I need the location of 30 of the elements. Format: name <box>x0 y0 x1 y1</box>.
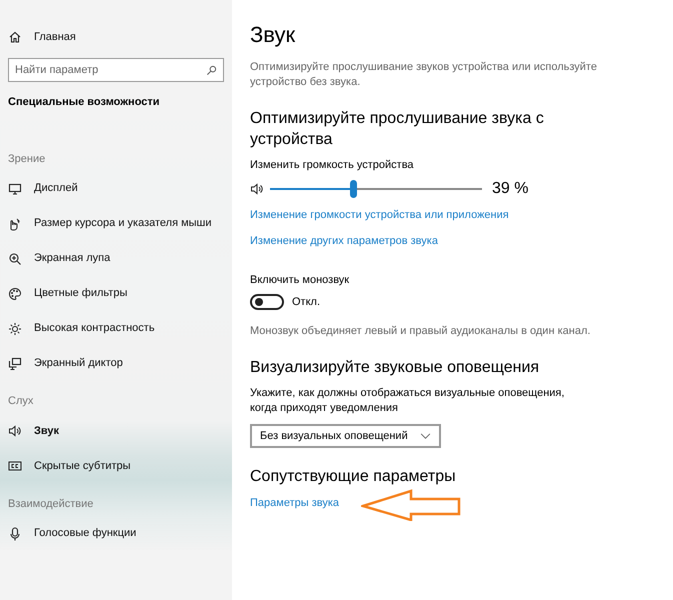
section-title: Специальные возможности <box>8 95 161 110</box>
sidebar-item[interactable]: Размер курсора и указателя мыши <box>8 206 224 241</box>
section-heading: Оптимизируйте прослушивание звука с устройства <box>250 109 545 150</box>
sidebar-item[interactable]: Высокая контрастность <box>8 311 224 346</box>
notification-dropdown[interactable]: Без визуальных оповещений <box>250 424 441 448</box>
group-heading: Взаимодействие <box>8 496 94 512</box>
sidebar-item[interactable]: Дисплей <box>8 171 224 206</box>
volume-reading: 39 % <box>492 179 528 200</box>
sidebar-item[interactable]: Экранная лупа <box>8 241 224 276</box>
home-link[interactable]: Главная <box>8 26 224 48</box>
settings-link[interactable]: Параметры звука <box>250 495 340 512</box>
toggle-label: Включить монозвук <box>250 273 350 288</box>
page-description: Оптимизируйте прослушивание звуков устройства или используйте устройство без звука. <box>250 60 598 90</box>
settings-link[interactable]: Изменение других параметров звука <box>250 232 438 250</box>
mono-description: Монозвук объединяет левый и правый аудиоканалы в один канал. <box>250 324 592 340</box>
settings-link[interactable]: Изменение громкости устройства или приложения <box>250 207 509 224</box>
sidebar-item[interactable]: Экранный диктор <box>8 346 224 381</box>
sidebar-item[interactable]: Голосовые функции <box>8 516 224 551</box>
volume-label: Изменить громкость устройства <box>250 158 415 174</box>
toggle-state: Откл. <box>292 294 320 310</box>
section-heading: Сопутствующие параметры <box>250 467 457 488</box>
section-heading: Визуализируйте звуковые оповещения <box>250 358 540 378</box>
search-field[interactable]: Найти параметр <box>8 58 224 82</box>
page-title: Звук <box>250 22 296 48</box>
sidebar-item[interactable]: Скрытые субтитры <box>8 448 224 484</box>
sidebar-item[interactable]: Цветные фильтры <box>8 276 224 311</box>
dropdown-prompt: Укажите, как должны отображаться визуальные оповещения, когда приходят уведомления <box>250 386 566 416</box>
sidebar-item[interactable]: Звук <box>8 414 224 448</box>
group-heading: Зрение <box>8 152 46 166</box>
group-heading: Слух <box>8 394 34 409</box>
